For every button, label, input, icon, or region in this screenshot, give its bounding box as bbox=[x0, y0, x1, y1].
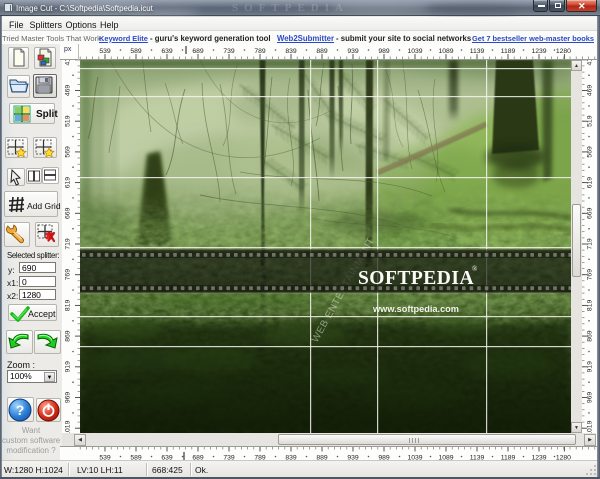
svg-text:869: 869 bbox=[587, 330, 594, 342]
svg-text:469: 469 bbox=[65, 85, 72, 97]
svg-text:519: 519 bbox=[587, 115, 594, 127]
svg-text:469: 469 bbox=[587, 85, 594, 97]
svg-text:1139: 1139 bbox=[470, 48, 485, 55]
svg-text:519: 519 bbox=[65, 115, 72, 127]
svg-text:769: 769 bbox=[65, 269, 72, 281]
svg-text:419: 419 bbox=[65, 60, 72, 65]
svg-text:®: ® bbox=[472, 265, 478, 273]
svg-text:939: 939 bbox=[347, 48, 359, 55]
svg-text:739: 739 bbox=[223, 48, 235, 55]
svg-text:1089: 1089 bbox=[438, 48, 453, 55]
svg-text:569: 569 bbox=[65, 146, 72, 158]
svg-text:539: 539 bbox=[99, 48, 111, 55]
svg-text:689: 689 bbox=[192, 48, 204, 55]
svg-text:819: 819 bbox=[65, 300, 72, 312]
svg-text:889: 889 bbox=[316, 48, 328, 55]
svg-text:919: 919 bbox=[65, 361, 72, 373]
svg-text:719: 719 bbox=[65, 238, 72, 250]
svg-text:719: 719 bbox=[587, 238, 594, 250]
svg-text:839: 839 bbox=[285, 48, 297, 55]
svg-text:639: 639 bbox=[161, 48, 173, 55]
svg-text:669: 669 bbox=[65, 207, 72, 219]
svg-text:?: ? bbox=[16, 402, 25, 418]
svg-text:619: 619 bbox=[65, 177, 72, 189]
svg-text:619: 619 bbox=[587, 177, 594, 189]
svg-text:SOFTPEDIA: SOFTPEDIA bbox=[358, 268, 474, 289]
svg-text:www.softpedia.com: www.softpedia.com bbox=[372, 304, 459, 314]
svg-text:989: 989 bbox=[378, 48, 390, 55]
svg-text:1189: 1189 bbox=[501, 48, 516, 55]
svg-text:1280: 1280 bbox=[556, 48, 571, 55]
svg-text:769: 769 bbox=[587, 269, 594, 281]
svg-text:669: 669 bbox=[587, 207, 594, 219]
svg-text:589: 589 bbox=[130, 48, 142, 55]
svg-text:919: 919 bbox=[587, 361, 594, 373]
svg-text:969: 969 bbox=[65, 392, 72, 404]
svg-text:1039: 1039 bbox=[407, 48, 422, 55]
svg-text:1239: 1239 bbox=[531, 48, 546, 55]
svg-text:869: 869 bbox=[65, 330, 72, 342]
svg-text:789: 789 bbox=[254, 48, 266, 55]
svg-text:419: 419 bbox=[587, 60, 594, 65]
svg-text:969: 969 bbox=[587, 392, 594, 404]
svg-text:569: 569 bbox=[587, 146, 594, 158]
svg-text:819: 819 bbox=[587, 300, 594, 312]
